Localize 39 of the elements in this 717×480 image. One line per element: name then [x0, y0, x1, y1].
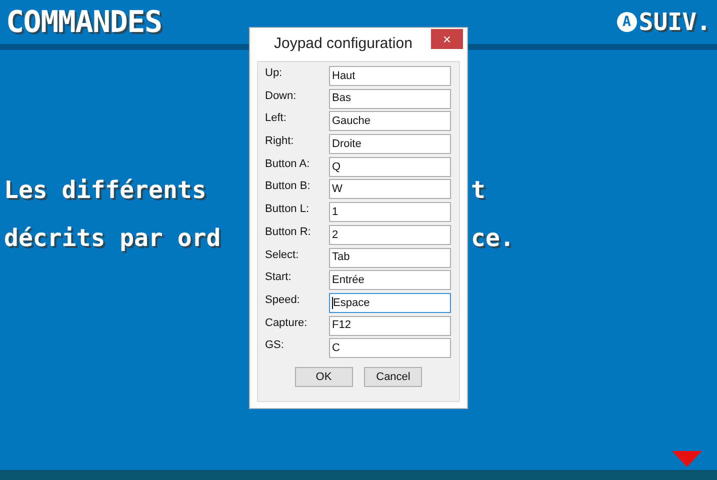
close-button[interactable]: ×	[431, 29, 463, 49]
dialog-button[interactable]: Cancel	[364, 366, 422, 387]
input-field[interactable]: Entrée	[329, 270, 451, 290]
input-field[interactable]: Espace	[329, 292, 451, 313]
text-caret	[332, 296, 333, 309]
field-label: Button R:	[265, 224, 312, 239]
field-label: Down:	[265, 88, 298, 103]
key-badge: A	[616, 12, 637, 32]
dialogue-text: Les différents	[4, 176, 206, 204]
next-label: SUIV.	[638, 7, 711, 38]
input-field[interactable]: Q	[329, 156, 451, 177]
field-label: Up:	[265, 66, 284, 80]
field-label: Speed:	[265, 292, 301, 307]
field-label: GS:	[265, 338, 285, 352]
field-label: Capture:	[265, 316, 308, 330]
field-label: Button A:	[265, 156, 311, 171]
input-field[interactable]: 1	[329, 202, 451, 222]
input-field[interactable]: 2	[329, 224, 451, 245]
input-field[interactable]: Haut	[329, 66, 451, 86]
field-label: Select:	[265, 248, 300, 262]
input-field[interactable]: Tab	[329, 248, 451, 268]
dialog-title: Joypad configuration	[274, 34, 412, 54]
field-label: Right:	[265, 134, 295, 148]
input-field[interactable]: W	[329, 179, 451, 200]
dialogue-text: ce.	[471, 223, 514, 254]
dialogue-text: décrits par ord	[4, 224, 221, 252]
field-label: Button B:	[265, 179, 312, 194]
field-label: Button L:	[265, 202, 310, 216]
down-arrow-icon	[672, 451, 702, 467]
screen-title: COMMANDES	[6, 4, 162, 42]
input-field[interactable]: Droite	[329, 134, 451, 154]
field-label: Start:	[265, 270, 292, 284]
dialog-button[interactable]: OK	[294, 366, 353, 387]
input-field[interactable]: Bas	[329, 88, 451, 109]
dialogue-text: t	[471, 175, 486, 206]
input-field[interactable]: C	[329, 338, 451, 358]
input-field[interactable]: F12	[329, 316, 451, 336]
input-field[interactable]: Gauche	[329, 111, 451, 132]
field-label: Left:	[265, 111, 288, 126]
